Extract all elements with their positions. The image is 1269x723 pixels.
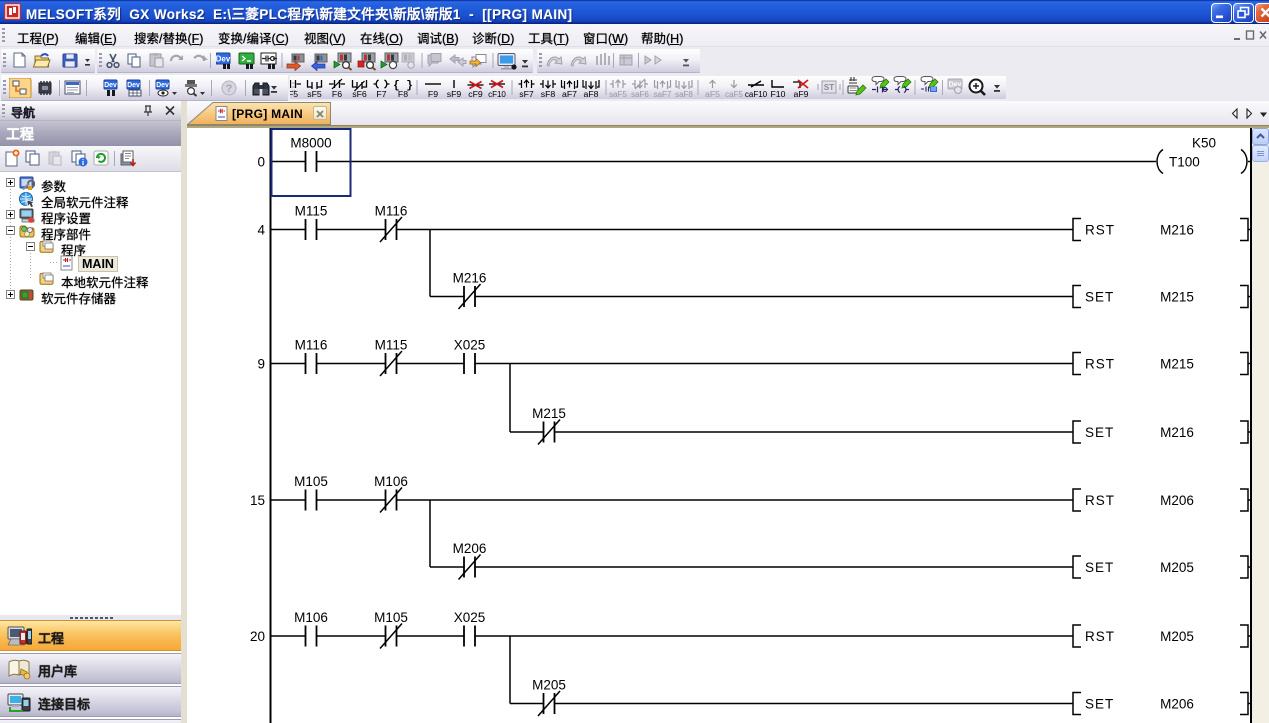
svg-text:X025: X025 (454, 610, 486, 625)
svg-text:?: ? (226, 83, 233, 95)
svg-text:M115: M115 (295, 204, 328, 219)
svg-text:F6: F6 (332, 89, 342, 99)
svg-text:saF5: saF5 (609, 90, 627, 99)
svg-text:Dev: Dev (216, 55, 231, 64)
svg-text:RST: RST (1085, 222, 1115, 237)
svg-text:SET: SET (1085, 696, 1114, 711)
svg-text:M216: M216 (1160, 425, 1194, 440)
svg-text:aF9: aF9 (794, 89, 809, 99)
svg-text:15: 15 (250, 493, 265, 508)
svg-text:M215: M215 (1160, 356, 1194, 371)
svg-text:RST: RST (1085, 493, 1115, 508)
svg-text:saF6: saF6 (631, 90, 649, 99)
svg-text:M8000: M8000 (290, 136, 331, 151)
svg-text:X025: X025 (454, 338, 486, 353)
svg-text:cF9: cF9 (468, 89, 483, 99)
svg-text:M115: M115 (375, 338, 408, 353)
svg-text:sF6: sF6 (352, 89, 367, 99)
svg-text:M105: M105 (374, 610, 408, 625)
svg-text:caF5: caF5 (725, 90, 743, 99)
svg-text:M116: M116 (375, 204, 408, 219)
svg-text:cF10: cF10 (488, 90, 506, 99)
svg-text:saF7: saF7 (654, 90, 672, 99)
svg-text:20: 20 (250, 629, 265, 644)
svg-text:RST: RST (1085, 356, 1115, 371)
svg-text:M216: M216 (1160, 222, 1194, 237)
svg-text:caF10: caF10 (745, 90, 768, 99)
svg-text:9: 9 (257, 356, 265, 371)
svg-text:RST: RST (1085, 629, 1115, 644)
svg-text:sF8: sF8 (541, 89, 556, 99)
svg-text:M215: M215 (1160, 289, 1194, 304)
svg-text:M106: M106 (294, 610, 328, 625)
svg-text:M206: M206 (453, 541, 487, 556)
svg-text:F7: F7 (376, 89, 386, 99)
svg-text:sF7: sF7 (519, 89, 534, 99)
svg-text:saF8: saF8 (675, 90, 693, 99)
svg-text:SET: SET (1085, 560, 1114, 575)
svg-text:ST: ST (824, 83, 834, 92)
svg-text:M105: M105 (294, 474, 328, 489)
svg-text:T100: T100 (1169, 154, 1200, 169)
svg-text:F9: F9 (428, 89, 438, 99)
svg-text:sF9: sF9 (447, 89, 462, 99)
svg-text:aF7: aF7 (562, 89, 577, 99)
svg-text:M206: M206 (1160, 493, 1194, 508)
svg-text:M215: M215 (532, 406, 566, 421)
svg-text:F10: F10 (771, 89, 786, 99)
svg-text:K50: K50 (1192, 136, 1216, 151)
svg-text:F5: F5 (290, 89, 298, 99)
svg-text:M205: M205 (1160, 629, 1194, 644)
svg-text:sF5: sF5 (307, 89, 322, 99)
svg-text:Dev: Dev (156, 82, 169, 89)
svg-text:0: 0 (257, 154, 265, 169)
svg-text:F8: F8 (398, 89, 408, 99)
svg-text:4: 4 (257, 222, 265, 237)
svg-text:SET: SET (1085, 289, 1114, 304)
svg-text:aF8: aF8 (584, 89, 599, 99)
svg-text:aF5: aF5 (705, 89, 720, 99)
svg-text:M205: M205 (532, 678, 566, 693)
svg-text:Dev: Dev (104, 82, 117, 89)
svg-text:M106: M106 (374, 474, 408, 489)
svg-text:Dev: Dev (127, 82, 140, 89)
svg-text:M216: M216 (453, 271, 487, 286)
svg-text:SET: SET (1085, 425, 1114, 440)
svg-text:M116: M116 (295, 338, 328, 353)
svg-text:M206: M206 (1160, 696, 1194, 711)
svg-text:M205: M205 (1160, 560, 1194, 575)
